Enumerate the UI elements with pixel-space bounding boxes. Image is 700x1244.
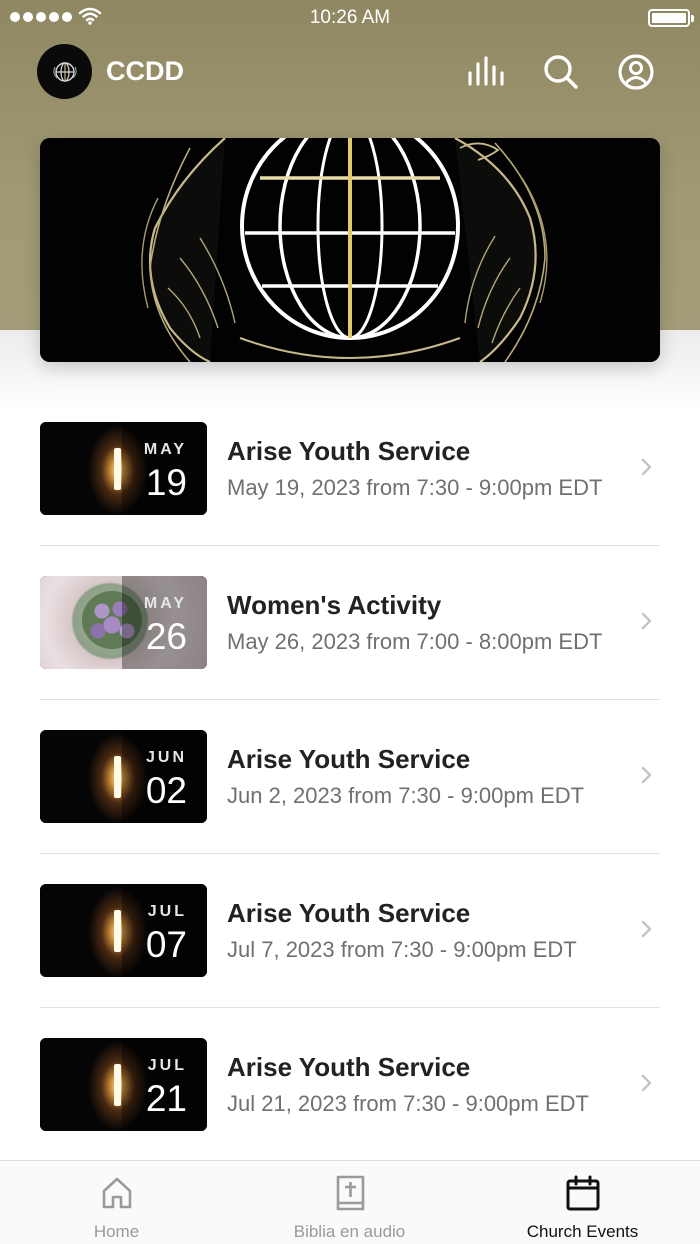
- event-row[interactable]: JUL 21 Arise Youth Service Jul 21, 2023 …: [40, 1008, 660, 1162]
- event-month: MAY: [143, 595, 187, 612]
- home-icon: [102, 1177, 131, 1209]
- event-title: Women's Activity: [227, 590, 442, 620]
- event-thumbnail: MAY 26: [40, 576, 207, 669]
- church-logo[interactable]: [37, 44, 92, 99]
- event-row[interactable]: MAY 26 Women's Activity May 26, 2023 fro…: [40, 546, 660, 700]
- globe-logo-icon: [52, 61, 77, 82]
- chevron-right-icon: [641, 612, 652, 630]
- tab-home[interactable]: Home: [0, 1161, 233, 1244]
- chevron-right-icon: [641, 1074, 652, 1092]
- search-button[interactable]: [539, 50, 583, 94]
- profile-button[interactable]: [614, 50, 658, 94]
- dove-globe-image: [40, 138, 660, 362]
- audio-bars-icon: [468, 56, 504, 86]
- status-time: 10:26 AM: [309, 7, 391, 28]
- event-month: MAY: [143, 441, 187, 458]
- event-title: Arise Youth Service: [227, 744, 471, 774]
- chevron-right-icon: [641, 766, 652, 784]
- tab-church-events[interactable]: Church Events: [466, 1161, 699, 1244]
- tab-label: Biblia en audio: [293, 1222, 406, 1241]
- event-day: 19: [145, 462, 187, 503]
- tab-biblia-en-audio[interactable]: Biblia en audio: [233, 1161, 466, 1244]
- app-header: CCDD: [0, 44, 700, 100]
- tab-label: Home: [93, 1222, 140, 1241]
- battery-icon: [648, 9, 694, 27]
- chevron-right-icon: [641, 458, 652, 476]
- event-month: JUN: [145, 749, 187, 766]
- event-row[interactable]: JUL 07 Arise Youth Service Jul 7, 2023 f…: [40, 854, 660, 1008]
- event-month: JUL: [147, 903, 187, 920]
- event-day: 21: [145, 1078, 187, 1119]
- event-day: 07: [145, 924, 187, 965]
- bible-icon: [336, 1175, 364, 1211]
- event-subtitle: May 19, 2023 from 7:30 - 9:00pm EDT: [227, 475, 603, 500]
- event-subtitle: May 26, 2023 from 7:00 - 8:00pm EDT: [227, 629, 603, 654]
- event-thumbnail: MAY 19: [40, 422, 207, 515]
- app-title: CCDD: [106, 56, 184, 86]
- event-month: JUL: [147, 1057, 187, 1074]
- event-row[interactable]: MAY 19 Arise Youth Service May 19, 2023 …: [40, 392, 660, 546]
- event-thumbnail: JUN 02: [40, 730, 207, 823]
- event-day: 02: [145, 770, 187, 811]
- event-title: Arise Youth Service: [227, 436, 471, 466]
- event-day: 26: [145, 616, 187, 657]
- calendar-icon: [566, 1175, 599, 1211]
- tab-bar: Home Biblia en audio Church Events: [0, 1160, 700, 1244]
- tab-label: Church Events: [526, 1222, 639, 1241]
- event-title: Arise Youth Service: [227, 898, 471, 928]
- chevron-right-icon: [641, 920, 652, 938]
- event-subtitle: Jul 21, 2023 from 7:30 - 9:00pm EDT: [227, 1091, 589, 1116]
- audio-button[interactable]: [464, 50, 508, 94]
- event-title: Arise Youth Service: [227, 1052, 471, 1082]
- user-icon: [618, 54, 654, 90]
- event-subtitle: Jun 2, 2023 from 7:30 - 9:00pm EDT: [227, 783, 585, 808]
- event-row[interactable]: JUN 02 Arise Youth Service Jun 2, 2023 f…: [40, 700, 660, 854]
- church-banner[interactable]: [40, 138, 660, 362]
- event-thumbnail: JUL 07: [40, 884, 207, 977]
- search-icon: [544, 55, 578, 89]
- event-thumbnail: JUL 21: [40, 1038, 207, 1131]
- event-subtitle: Jul 7, 2023 from 7:30 - 9:00pm EDT: [227, 937, 577, 962]
- status-bar: 10:26 AM: [0, 0, 700, 36]
- events-list: MAY 19 Arise Youth Service May 19, 2023 …: [40, 392, 660, 1162]
